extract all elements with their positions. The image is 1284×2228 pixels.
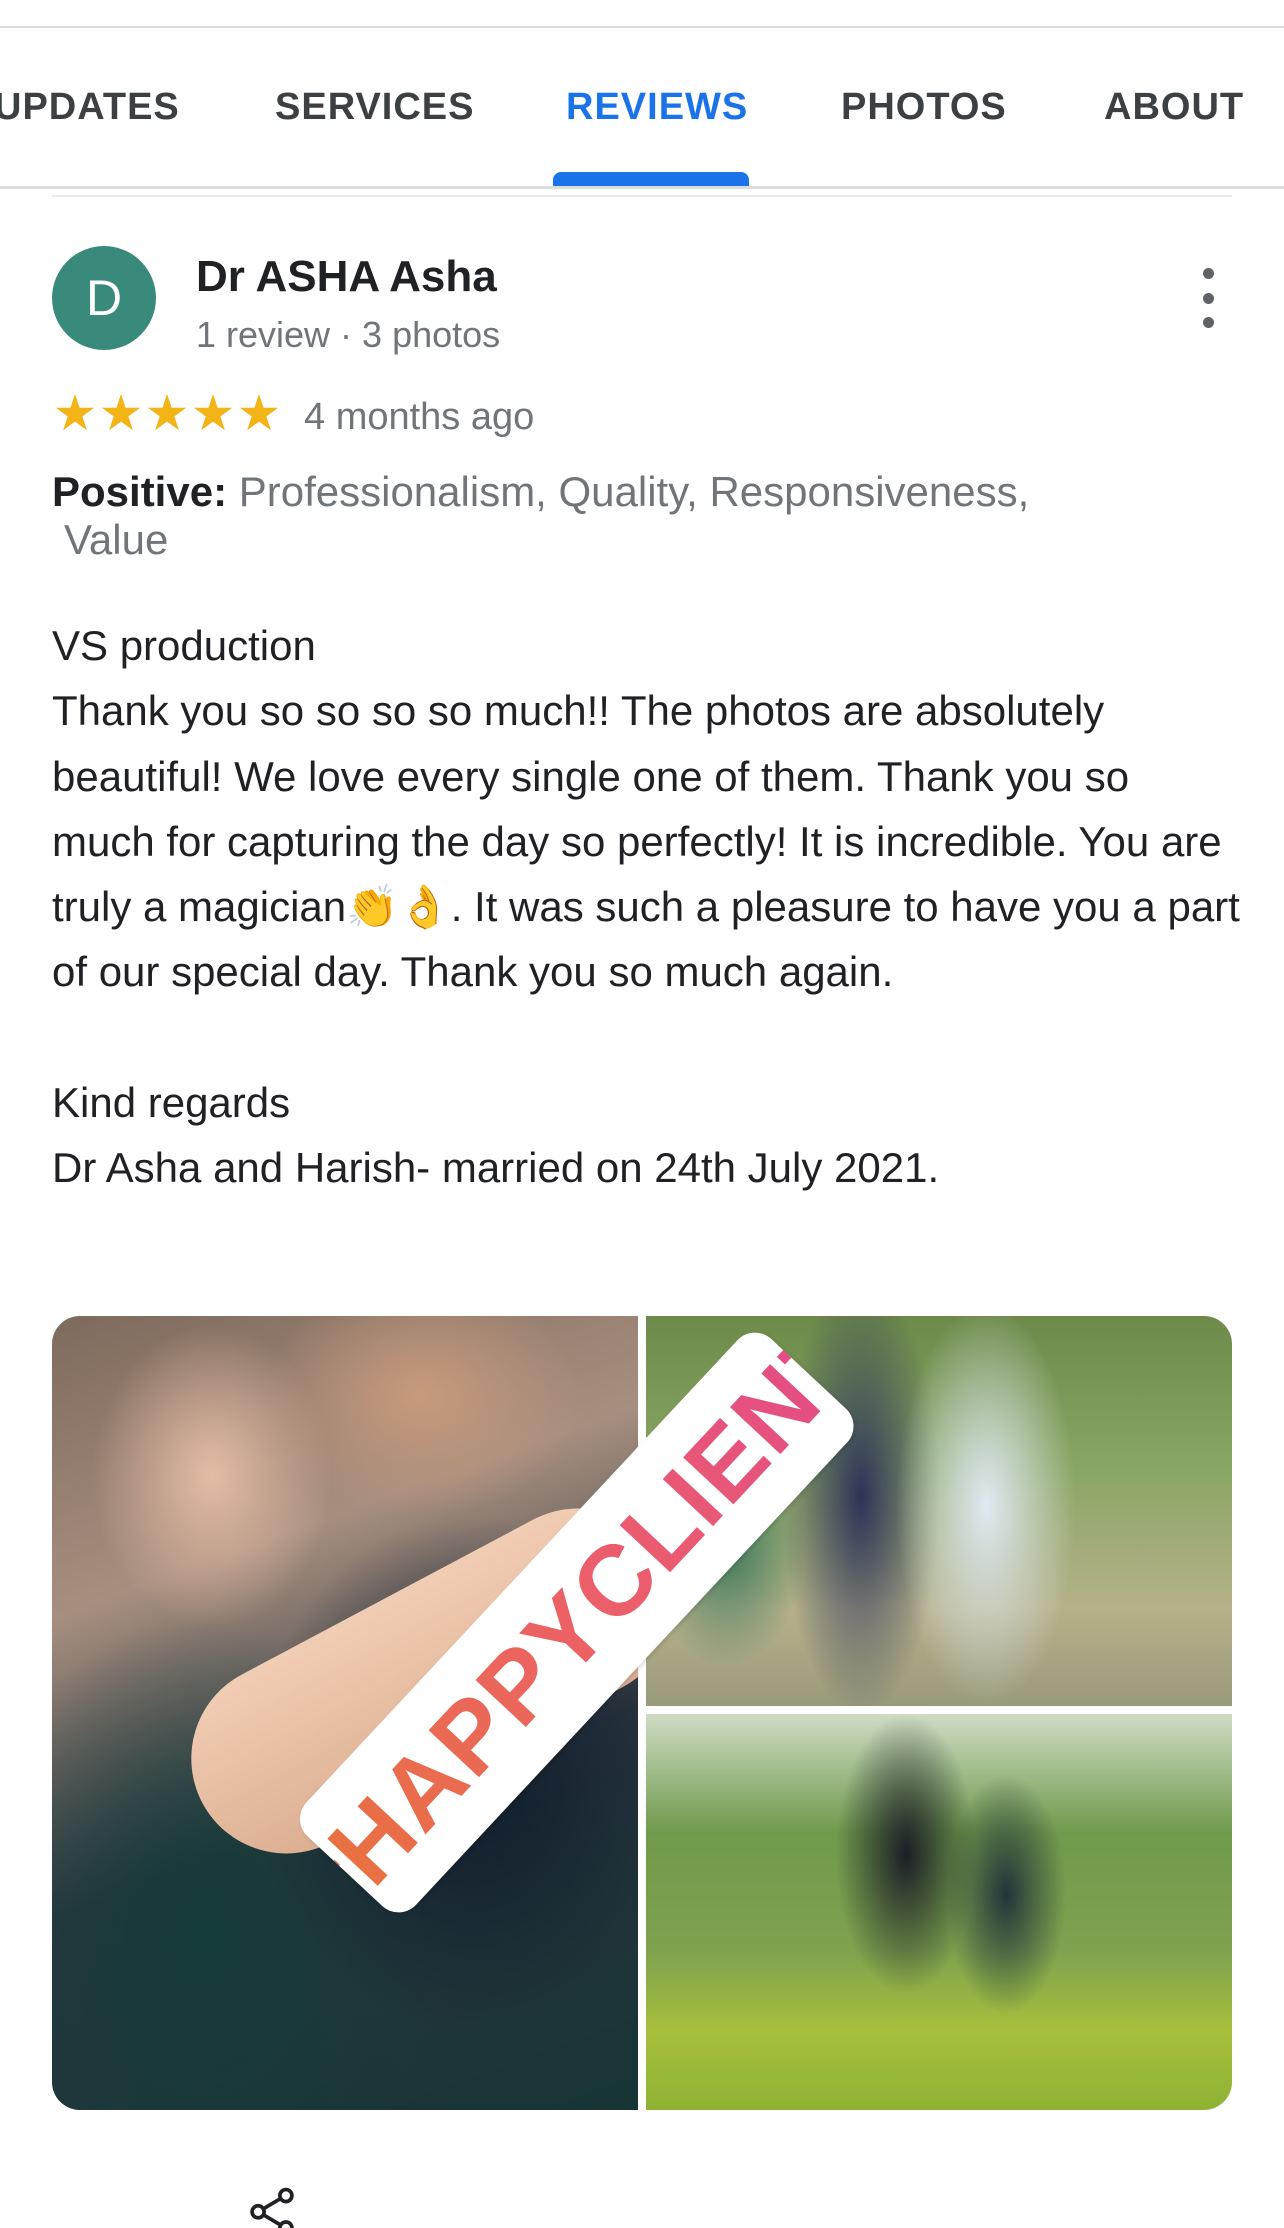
reviewer-meta: 1 review · 3 photos [196, 314, 501, 355]
review-time: 4 months ago [304, 396, 535, 438]
tab-reviews[interactable]: REVIEWS [566, 86, 748, 129]
positive-values-cont: Value [64, 516, 169, 563]
review-body: VS production Thank you so so so so much… [52, 622, 1240, 1192]
star-icon: ★ [98, 385, 144, 441]
tab-bar-divider [0, 186, 1284, 189]
more-vert-icon[interactable] [1184, 262, 1232, 334]
star-icon: ★ [52, 385, 98, 441]
tab-services[interactable]: SERVICES [275, 86, 474, 129]
section-divider [52, 195, 1232, 197]
tab-about[interactable]: ABOUT [1104, 86, 1244, 129]
star-icon: ★ [236, 385, 282, 441]
positive-attributes: Positive: Professionalism, Quality, Resp… [52, 468, 1232, 564]
positive-values: Professionalism, Quality, Responsiveness… [238, 468, 1030, 515]
review-photo-3[interactable] [646, 1714, 1232, 2110]
star-icon: ★ [190, 385, 236, 441]
tab-photos[interactable]: PHOTOS [841, 86, 1007, 129]
reviewer-name[interactable]: Dr ASHA Asha [196, 252, 497, 302]
active-tab-indicator [553, 172, 749, 186]
review-photos [52, 1316, 1232, 2110]
star-icon: ★ [144, 385, 190, 441]
star-rating: ★ ★ ★ ★ ★ [52, 388, 282, 444]
top-edge-divider [0, 0, 1284, 28]
reviewer-avatar[interactable]: D [52, 246, 156, 350]
positive-label: Positive: [52, 468, 228, 515]
tab-updates[interactable]: UPDATES [0, 86, 180, 129]
share-icon[interactable] [244, 2184, 300, 2228]
tab-bar: UPDATES SERVICES REVIEWS PHOTOS ABOUT [0, 28, 1284, 186]
